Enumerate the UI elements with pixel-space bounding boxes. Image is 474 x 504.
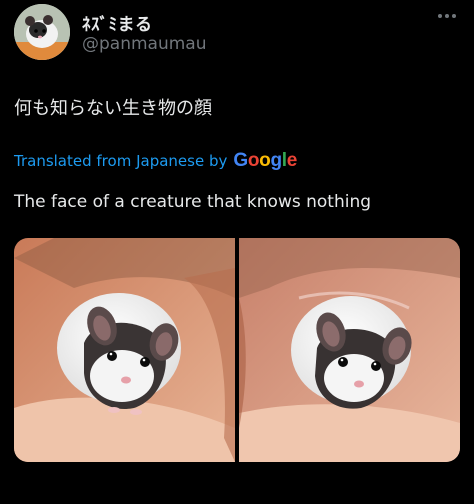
display-name[interactable]: ﾈｽﾞﾐまる <box>82 10 153 35</box>
mouse-photo-2 <box>239 238 460 462</box>
tweet: ﾈｽﾞﾐまる @panmaumau 何も知らない生き物の顔 Translated… <box>0 0 474 504</box>
translation-attribution[interactable]: Translated from Japanese by Google <box>14 150 297 172</box>
more-horizontal-icon[interactable] <box>438 14 456 20</box>
google-logo: Google <box>233 150 297 172</box>
translation-text: The face of a creature that knows nothin… <box>14 192 372 212</box>
handle[interactable]: @panmaumau <box>82 34 207 54</box>
tweet-text: 何も知らない生き物の顔 <box>14 98 212 119</box>
google-letter: o <box>247 150 260 171</box>
avatar-image <box>14 4 70 60</box>
google-letter: o <box>259 150 271 171</box>
photo-2[interactable] <box>239 238 460 462</box>
translated-label: Translated from Japanese by <box>14 152 228 170</box>
media-grid <box>14 238 460 462</box>
photo-1[interactable] <box>14 238 235 462</box>
google-letter: e <box>286 150 298 171</box>
google-letter: g <box>270 150 282 171</box>
avatar[interactable] <box>14 4 70 60</box>
google-letter: G <box>233 150 248 171</box>
mouse-photo-1 <box>14 238 235 462</box>
